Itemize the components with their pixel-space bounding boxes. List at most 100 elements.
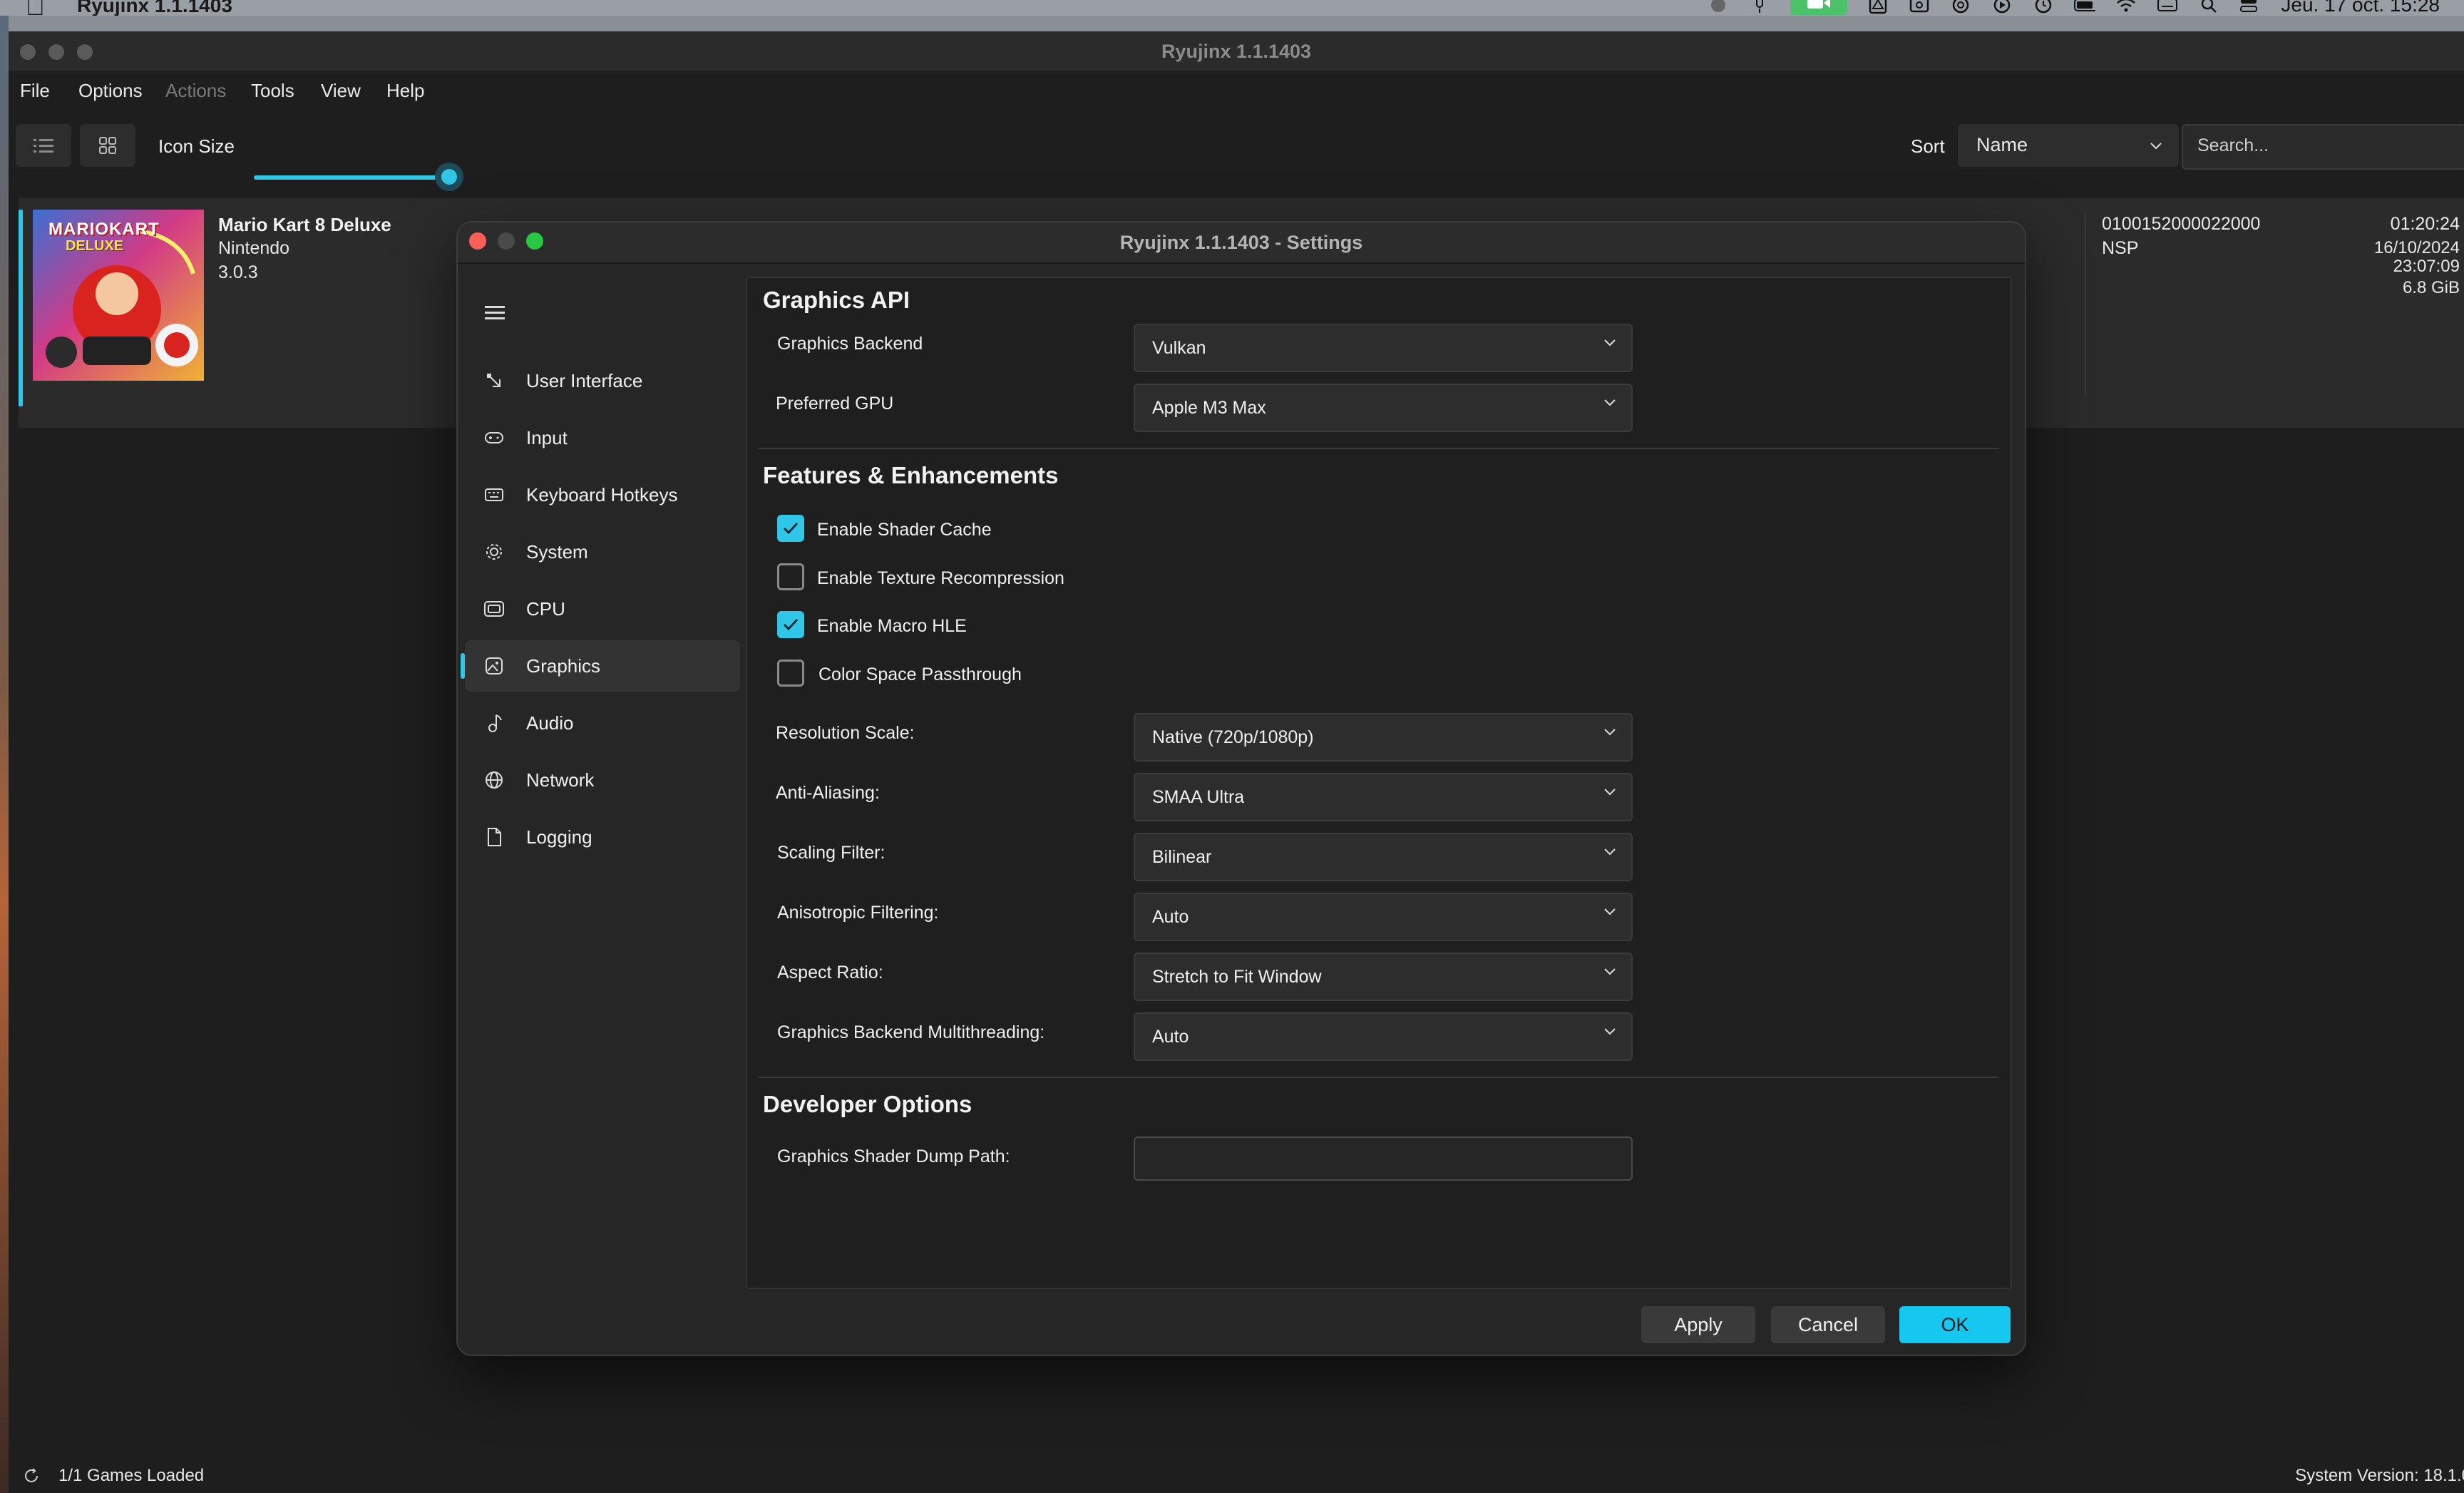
- timemachine-icon[interactable]: [2033, 0, 2054, 14]
- sidebar-item-audio[interactable]: Audio: [465, 697, 740, 749]
- mic-icon[interactable]: [1749, 0, 1770, 14]
- facetime-icon[interactable]: [1790, 0, 1848, 15]
- game-play-time: 01:20:24: [2390, 214, 2460, 234]
- scaling-filter-value: Bilinear: [1152, 847, 1212, 867]
- status-bar: 1/1 Games Loaded System Version: 18.1.0: [9, 1457, 2464, 1493]
- anti-aliasing-value: SMAA Ultra: [1152, 787, 1245, 807]
- scaling-filter-dropdown[interactable]: Bilinear: [1134, 833, 1633, 881]
- shader-dump-path-input[interactable]: [1134, 1137, 1633, 1181]
- list-view-button[interactable]: [16, 124, 71, 167]
- battery-icon: [2074, 0, 2096, 14]
- main-titlebar: Ryujinx 1.1.1403: [9, 31, 2464, 72]
- openai-icon[interactable]: [1950, 0, 1971, 14]
- anisotropic-filtering-label: Anisotropic Filtering:: [777, 903, 939, 923]
- apple-icon[interactable]: : [26, 0, 45, 16]
- sidebar-item-label: Keyboard Hotkeys: [526, 483, 678, 506]
- backend-multithreading-value: Auto: [1152, 1027, 1189, 1047]
- menu-actions: Actions: [165, 80, 227, 101]
- screenshot-icon[interactable]: [1909, 0, 1930, 14]
- search-input[interactable]: Search...: [2182, 124, 2464, 170]
- enable-shader-cache-checkbox[interactable]: [777, 515, 804, 542]
- aspect-ratio-label: Aspect Ratio:: [777, 963, 883, 982]
- resolution-scale-value: Native (720p/1080p): [1152, 727, 1314, 747]
- graphics-backend-dropdown[interactable]: Vulkan: [1134, 324, 1633, 372]
- play-icon[interactable]: [1991, 0, 2013, 14]
- section-title-developer-options: Developer Options: [763, 1091, 972, 1117]
- menu-tools[interactable]: Tools: [251, 80, 294, 102]
- record-icon[interactable]: [1708, 0, 1729, 14]
- refresh-icon[interactable]: [23, 1467, 40, 1484]
- hamburger-menu-icon[interactable]: [485, 305, 505, 321]
- sidebar-item-system[interactable]: System: [465, 526, 740, 578]
- section-title-features: Features & Enhancements: [763, 462, 1059, 488]
- menu-view[interactable]: View: [321, 80, 361, 102]
- icon-size-slider-handle[interactable]: [435, 163, 463, 191]
- checkmark-icon: [783, 522, 799, 535]
- icon-size-label: Icon Size: [158, 135, 235, 157]
- scaling-filter-label: Scaling Filter:: [777, 843, 885, 863]
- settings-title: Ryujinx 1.1.1403 - Settings: [1119, 232, 1363, 253]
- grid-view-button[interactable]: [80, 124, 135, 167]
- cancel-button[interactable]: Cancel: [1771, 1306, 1885, 1343]
- enable-macro-hle-checkbox[interactable]: [777, 611, 804, 638]
- search-icon[interactable]: [2198, 0, 2219, 14]
- enable-macro-hle-label[interactable]: Enable Macro HLE: [817, 616, 967, 637]
- sidebar-item-keyboard-hotkeys[interactable]: Keyboard Hotkeys: [465, 469, 740, 520]
- keyboard-icon: [482, 483, 506, 507]
- sidebar-item-logging[interactable]: Logging: [465, 811, 740, 863]
- game-last-played-time: 23:07:09: [2393, 257, 2460, 276]
- game-title-id: 0100152000022000: [2102, 214, 2261, 234]
- menu-options[interactable]: Options: [78, 80, 143, 102]
- enable-texture-recompression-checkbox[interactable]: [777, 563, 804, 590]
- control-center-icon[interactable]: [2239, 0, 2261, 14]
- enable-texture-recompression-label[interactable]: Enable Texture Recompression: [817, 568, 1064, 589]
- checkmark-icon: [783, 618, 799, 631]
- anti-aliasing-dropdown[interactable]: SMAA Ultra: [1134, 773, 1633, 821]
- anisotropic-filtering-dropdown[interactable]: Auto: [1134, 893, 1633, 941]
- anisotropic-filtering-value: Auto: [1152, 907, 1189, 927]
- gamepad-icon: [482, 426, 506, 450]
- drive-icon[interactable]: [1867, 0, 1889, 14]
- enable-shader-cache-label[interactable]: Enable Shader Cache: [817, 520, 992, 540]
- preferred-gpu-dropdown[interactable]: Apple M3 Max: [1134, 384, 1633, 432]
- sidebar-item-network[interactable]: Network: [465, 754, 740, 806]
- row-divider: [2085, 210, 2086, 395]
- toolbar: Icon Size Sort Name Search...: [9, 111, 2464, 191]
- settings-titlebar: Ryujinx 1.1.1403 - Settings: [458, 222, 2025, 264]
- chevron-down-icon: [1604, 968, 1616, 975]
- sidebar-item-user-interface[interactable]: User Interface: [465, 355, 740, 406]
- color-space-passthrough-checkbox[interactable]: [777, 660, 804, 687]
- chevron-down-icon: [1604, 789, 1616, 796]
- cover-subtitle-text: DELUXE: [66, 238, 124, 254]
- backend-multithreading-dropdown[interactable]: Auto: [1134, 1012, 1633, 1061]
- graphics-backend-label: Graphics Backend: [777, 334, 923, 354]
- menu-help[interactable]: Help: [386, 80, 424, 102]
- menubar-tray: Jeu. 17 oct. 15:28: [1708, 0, 2440, 16]
- backend-multithreading-label: Graphics Backend Multithreading:: [777, 1022, 1045, 1042]
- preferred-gpu-value: Apple M3 Max: [1152, 398, 1266, 418]
- sort-dropdown[interactable]: Name: [1958, 124, 2179, 167]
- ok-button[interactable]: OK: [1899, 1306, 2011, 1343]
- resolution-scale-label: Resolution Scale:: [776, 723, 915, 743]
- menubar-app-name[interactable]: Ryujinx 1.1.1403: [77, 0, 232, 16]
- desktop-wallpaper: [0, 16, 9, 1493]
- menu-file[interactable]: File: [20, 80, 50, 102]
- apply-button[interactable]: Apply: [1641, 1306, 1755, 1343]
- image-icon: [482, 654, 506, 678]
- user-interface-icon: [482, 369, 506, 393]
- icon-size-slider[interactable]: [254, 175, 455, 180]
- sidebar-item-label: Graphics: [526, 655, 601, 677]
- sidebar-item-cpu[interactable]: CPU: [465, 583, 740, 635]
- wifi-icon[interactable]: [2115, 0, 2137, 14]
- selection-indicator: [19, 210, 23, 406]
- aspect-ratio-dropdown[interactable]: Stretch to Fit Window: [1134, 953, 1633, 1001]
- menubar-clock[interactable]: Jeu. 17 oct. 15:28: [2281, 0, 2440, 16]
- games-loaded-text: 1/1 Games Loaded: [58, 1466, 205, 1485]
- color-space-passthrough-label[interactable]: Color Space Passthrough: [818, 665, 1022, 685]
- sidebar-item-graphics[interactable]: Graphics: [461, 640, 740, 692]
- sidebar-item-input[interactable]: Input: [465, 412, 740, 463]
- keyboard-icon[interactable]: [2157, 0, 2178, 14]
- settings-dialog: Ryujinx 1.1.1403 - Settings User Interfa…: [456, 221, 2026, 1356]
- sidebar-item-label: Audio: [526, 712, 574, 734]
- resolution-scale-dropdown[interactable]: Native (720p/1080p): [1134, 713, 1633, 761]
